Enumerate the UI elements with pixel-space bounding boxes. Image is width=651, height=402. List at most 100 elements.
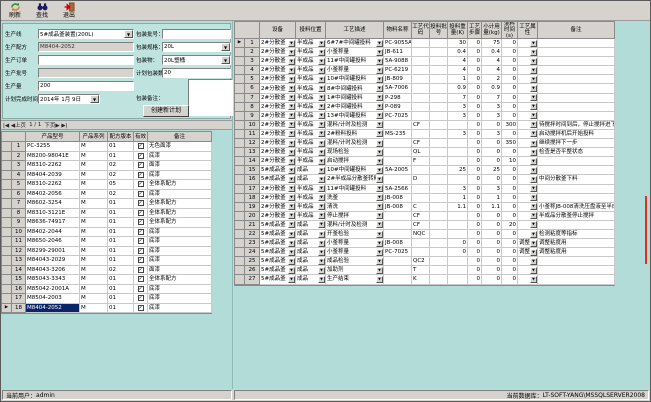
- process-desc-select[interactable]: 混料/计时及检测▼: [326, 139, 384, 148]
- device-select[interactable]: 2#分散釜▼: [260, 66, 296, 75]
- table-row[interactable]: 8M8310-3121EM01✓全体系配方: [2, 209, 211, 219]
- device-select[interactable]: 2#分散釜▼: [260, 157, 296, 166]
- row-number-cell[interactable]: 18: [245, 194, 260, 203]
- mix-time-cell[interactable]: 0: [502, 266, 518, 275]
- table-row[interactable]: 42#分散釜▼半成品▼小釜称量▼PC-62194040▼: [235, 66, 614, 75]
- table-row[interactable]: 225#成品釜▼成品▼开釜检验▼NQC000▼检测粘度等指标: [235, 230, 614, 239]
- product-series-cell[interactable]: M: [80, 237, 108, 247]
- row-number-cell[interactable]: 11: [12, 237, 26, 247]
- valid-cell[interactable]: ✓: [134, 294, 148, 304]
- feed-batch-cell[interactable]: [430, 57, 448, 66]
- product-model-cell[interactable]: M84043-3206: [26, 266, 80, 276]
- material-name-cell[interactable]: JB-008: [384, 194, 412, 203]
- process-code-cell[interactable]: [412, 48, 430, 57]
- recipe-note-cell[interactable]: 底漆: [148, 256, 212, 266]
- subtotal-cell[interactable]: 7: [482, 94, 502, 103]
- feed-position-select[interactable]: 半成品▼: [296, 48, 326, 57]
- dropdown-button[interactable]: ▼: [530, 258, 537, 265]
- mix-time-cell[interactable]: 0: [502, 175, 518, 184]
- recipe-version-cell[interactable]: 01: [108, 199, 134, 209]
- dropdown-button[interactable]: ▼: [530, 121, 537, 128]
- product-series-cell[interactable]: M: [80, 152, 108, 162]
- dropdown-button[interactable]: ▼: [376, 240, 383, 247]
- row-number-cell[interactable]: 1: [245, 39, 260, 48]
- process-attr-select[interactable]: ▼: [518, 48, 538, 57]
- table-row[interactable]: 16M85042-2001AM01✓底漆: [2, 285, 211, 295]
- recipe-version-cell[interactable]: 01: [108, 304, 134, 314]
- process-code-cell[interactable]: F: [412, 157, 430, 166]
- material-name-cell[interactable]: 5A-7006: [384, 84, 412, 93]
- valid-checkbox[interactable]: ✓: [138, 181, 144, 187]
- exit-button[interactable]: 退出: [57, 2, 81, 20]
- valid-cell[interactable]: ✓: [134, 247, 148, 257]
- process-attr-select[interactable]: ▼: [518, 121, 538, 130]
- table-row[interactable]: 202#分散釜▼半成品▼停止搅拌▼CF000▼半成品分散釜停止搅拌: [235, 212, 614, 221]
- feed-position-select[interactable]: 成品▼: [296, 230, 326, 239]
- table-row[interactable]: ▶12#分散釜▼半成品▼6#7#中间罐投料▼PC-9055A300750▼: [235, 39, 614, 48]
- mix-time-cell[interactable]: 0: [502, 166, 518, 175]
- dropdown-button[interactable]: ▼: [318, 158, 325, 165]
- feed-weight-cell[interactable]: [448, 257, 468, 266]
- valid-checkbox[interactable]: ✓: [138, 305, 144, 311]
- recipe-version-cell[interactable]: 01: [108, 275, 134, 285]
- process-attr-select[interactable]: ▼: [518, 112, 538, 121]
- dropdown-button[interactable]: ▼: [376, 149, 383, 156]
- production-qty-input[interactable]: [38, 81, 134, 91]
- table-row[interactable]: 7M8602-3254M01✓全体系配方: [2, 199, 211, 209]
- subtotal-cell[interactable]: 3: [482, 185, 502, 194]
- dropdown-button[interactable]: ▼: [376, 249, 383, 256]
- subtotal-cell[interactable]: 1: [482, 194, 502, 203]
- recipe-note-cell[interactable]: 全体系配方: [148, 218, 212, 228]
- process-desc-select[interactable]: 2#半成品分散釜转料▼: [326, 175, 384, 184]
- mix-time-cell[interactable]: 0: [502, 48, 518, 57]
- recipe-version-cell[interactable]: 01: [108, 218, 134, 228]
- process-step-cell[interactable]: 0: [468, 94, 482, 103]
- row-number-cell[interactable]: 15: [12, 275, 26, 285]
- process-step-cell[interactable]: 0: [468, 39, 482, 48]
- dropdown-button[interactable]: ▼: [376, 231, 383, 238]
- process-attr-select[interactable]: 调整▼: [518, 239, 538, 248]
- dropdown-button[interactable]: ▼: [288, 231, 295, 238]
- feed-position-select[interactable]: 半成品▼: [296, 39, 326, 48]
- process-desc-select[interactable]: 小釜称量▼: [326, 248, 384, 257]
- process-step-cell[interactable]: 0: [468, 175, 482, 184]
- valid-checkbox[interactable]: ✓: [138, 267, 144, 273]
- dropdown-button[interactable]: ▼: [530, 176, 537, 183]
- valid-cell[interactable]: ✓: [134, 304, 148, 314]
- device-select[interactable]: 5#成品釜▼: [260, 266, 296, 275]
- feed-weight-cell[interactable]: 3: [448, 103, 468, 112]
- valid-checkbox[interactable]: ✓: [138, 200, 144, 206]
- dropdown-button[interactable]: ▼: [530, 130, 537, 137]
- process-desc-select[interactable]: 小釜称量▼: [326, 239, 384, 248]
- material-name-cell[interactable]: [384, 221, 412, 230]
- process-attr-select[interactable]: ▼: [518, 139, 538, 148]
- recipe-note-cell[interactable]: 底漆: [148, 237, 212, 247]
- dropdown-button[interactable]: ▼: [376, 158, 383, 165]
- row-number-cell[interactable]: 24: [245, 248, 260, 257]
- recipe-version-cell[interactable]: 02: [108, 171, 134, 181]
- recipe-version-cell[interactable]: 01: [108, 228, 134, 238]
- feed-batch-cell[interactable]: [430, 212, 448, 221]
- dropdown-button[interactable]: ▼: [376, 258, 383, 265]
- dropdown-button[interactable]: ▼: [376, 212, 383, 219]
- package-note-textarea[interactable]: [188, 79, 233, 116]
- process-code-cell[interactable]: [412, 103, 430, 112]
- dropdown-button[interactable]: ▼: [530, 276, 537, 283]
- dropdown-button[interactable]: ▼: [288, 149, 295, 156]
- dropdown-button[interactable]: ▼: [376, 49, 383, 56]
- recipe-version-cell[interactable]: 05: [108, 180, 134, 190]
- product-series-cell[interactable]: M: [80, 171, 108, 181]
- process-attr-select[interactable]: ▼: [518, 257, 538, 266]
- feed-weight-cell[interactable]: [448, 212, 468, 221]
- dropdown-button[interactable]: ▼: [288, 67, 295, 74]
- dropdown-button[interactable]: ▼: [530, 194, 537, 201]
- dropdown-button[interactable]: ▼: [288, 258, 295, 265]
- dropdown-button[interactable]: ▼: [318, 76, 325, 83]
- feed-weight-cell[interactable]: 4: [448, 66, 468, 75]
- mix-time-cell[interactable]: 10: [502, 157, 518, 166]
- row-number-cell[interactable]: 4: [245, 66, 260, 75]
- process-step-cell[interactable]: 0: [468, 275, 482, 284]
- dropdown-button[interactable]: ▼: [376, 203, 383, 210]
- feed-position-select[interactable]: 成品▼: [296, 221, 326, 230]
- dropdown-button[interactable]: ▼: [530, 112, 537, 119]
